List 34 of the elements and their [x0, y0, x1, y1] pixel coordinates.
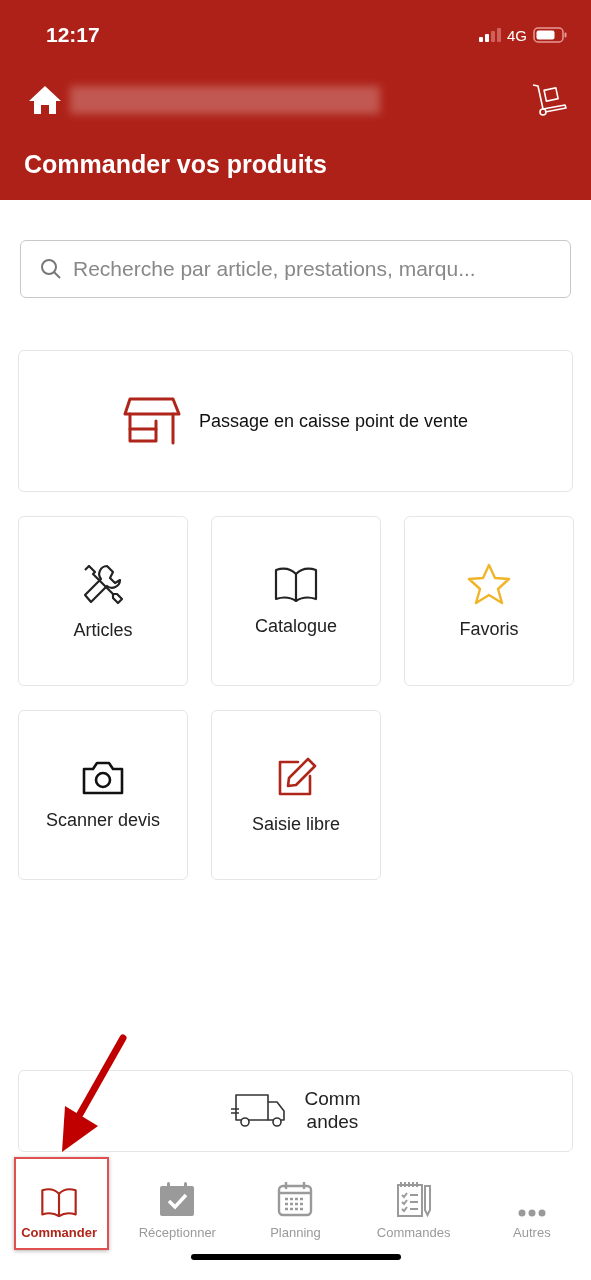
tab-bar-item[interactable]: Commander	[21, 1170, 97, 1240]
home-icon[interactable]	[28, 85, 62, 115]
signal-icon	[479, 28, 501, 42]
book-icon	[40, 1187, 79, 1217]
network-label: 4G	[507, 26, 527, 44]
orders-label: Comm andes	[304, 1088, 361, 1134]
tile-label: Scanner devis	[45, 809, 161, 831]
search-field[interactable]: Recherche par article, prestations, marqu...	[20, 240, 571, 298]
hand-truck-icon[interactable]	[531, 82, 567, 118]
menu-tile[interactable]: Catalogue	[211, 516, 381, 686]
camera-icon	[81, 759, 125, 796]
status-time: 12:17	[46, 23, 100, 47]
checkout-card[interactable]: Passage en caisse point de vente	[18, 350, 573, 492]
calendar-check-icon	[159, 1181, 196, 1217]
menu-tile[interactable]: Articles	[18, 516, 188, 686]
orders-card[interactable]: Comm andes	[18, 1070, 573, 1152]
menu-tile[interactable]: Favoris	[404, 516, 574, 686]
tile-label: Articles	[73, 619, 133, 641]
tile-label: Catalogue	[254, 615, 338, 637]
truck-icon	[230, 1093, 287, 1129]
search-icon	[40, 258, 62, 280]
tile-label: Saisie libre	[251, 813, 340, 835]
page-title: Commander vos produits	[24, 150, 328, 179]
tile-label: Favoris	[459, 618, 519, 640]
checklist-icon	[395, 1181, 432, 1217]
battery-icon	[533, 27, 567, 43]
star-icon	[467, 562, 511, 605]
menu-tile[interactable]: Scanner devis	[18, 710, 188, 880]
checkout-label: Passage en caisse point de vente	[198, 410, 469, 432]
calendar-icon	[277, 1181, 314, 1217]
book-icon	[274, 565, 318, 602]
store-icon	[122, 397, 181, 445]
menu-tile[interactable]: Saisie libre	[211, 710, 381, 880]
more-icon	[517, 1209, 546, 1217]
